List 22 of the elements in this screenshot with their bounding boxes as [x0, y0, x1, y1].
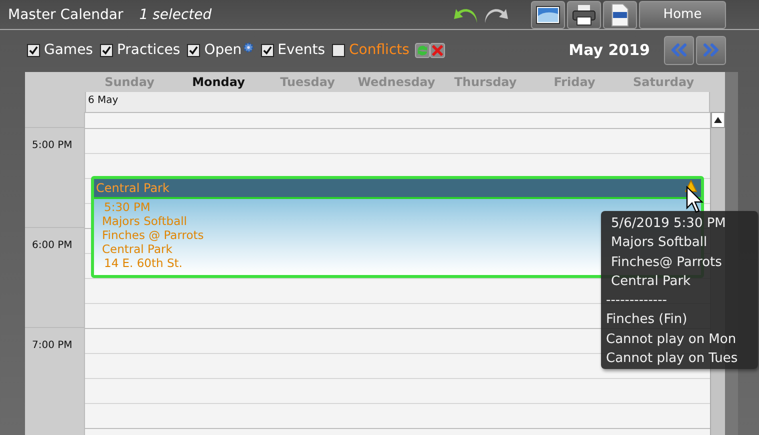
tooltip-line: Cannot play on Tues	[606, 350, 739, 368]
time-label: 7:00 PM	[32, 340, 72, 351]
tooltip-line: Finches (Fin)	[606, 311, 688, 330]
event-detail: Finches @ Parrots	[102, 228, 204, 242]
date-label: 6 May	[85, 92, 710, 112]
filter-label: Practices	[116, 42, 180, 58]
event-detail: Majors Softball	[102, 214, 188, 228]
event-detail: 5:30 PM	[103, 200, 150, 214]
event-title: Central Park	[96, 181, 170, 195]
filter-label: Games	[44, 42, 93, 58]
time-label: 6:00 PM	[32, 240, 72, 251]
filter-label: Open	[204, 42, 242, 58]
filter-label: Conflicts	[349, 42, 410, 58]
window-title: Master Calendar	[8, 6, 124, 22]
tooltip-separator: -------------	[606, 292, 668, 310]
event-detail: 14 E. 60th St.	[103, 256, 182, 270]
filter-label: Events	[278, 42, 326, 58]
time-label: 5:00 PM	[32, 140, 72, 151]
tooltip-line: Cannot play on Mon	[606, 330, 738, 349]
selection-count: 1 selected	[139, 6, 212, 22]
month-label: May 2019	[568, 41, 650, 59]
event-detail: Central Park	[102, 242, 172, 256]
